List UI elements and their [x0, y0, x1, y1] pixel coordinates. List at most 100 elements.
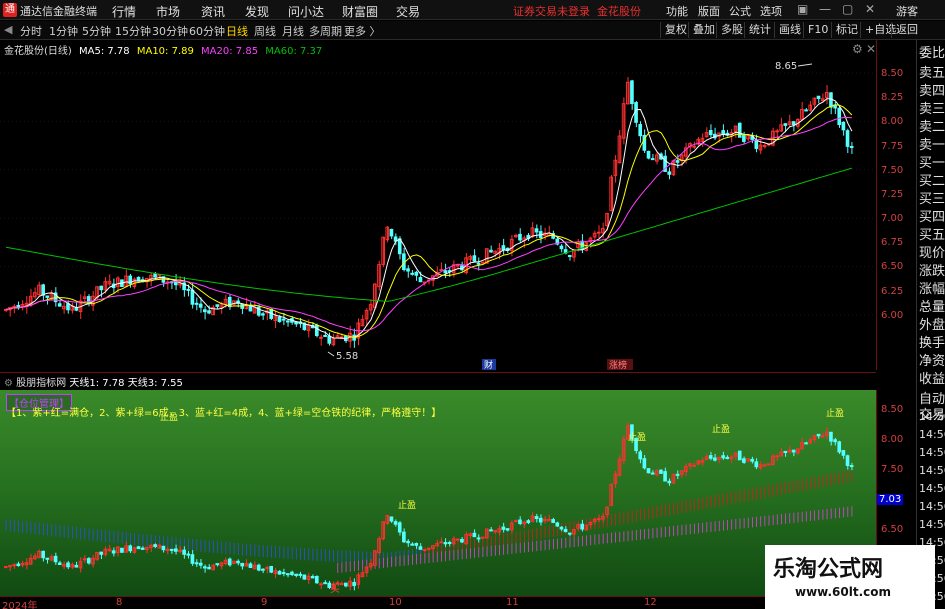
candle-body [804, 109, 808, 112]
period-multi[interactable]: 多周期 [309, 23, 342, 39]
indicator-candle-body [99, 551, 104, 555]
candle-body [489, 249, 493, 253]
period-60min[interactable]: 60分钟 [189, 23, 225, 39]
menu-gongshi[interactable]: 公式 [729, 3, 751, 19]
period-1min[interactable]: 1分钟 [49, 23, 78, 39]
close-icon[interactable]: ✕ [865, 2, 875, 16]
period-15min[interactable]: 15分钟 [115, 23, 151, 39]
kline-chart[interactable]: 8.65 5.58 财 涨榜 [0, 40, 876, 370]
indicator-chart[interactable]: 止盈止盈止盈止盈止盈买 [0, 390, 876, 596]
indicator-name[interactable]: 股朋指标网 [16, 378, 66, 389]
menu-banmian[interactable]: 版面 [698, 3, 720, 19]
date-tick: 12 [644, 597, 657, 608]
menu-xuanxiang[interactable]: 选项 [760, 3, 782, 19]
menu-caifuquan[interactable]: 财富圈 [342, 3, 378, 20]
price-tick: 7.75 [881, 141, 904, 152]
minimize-icon[interactable]: — [819, 2, 831, 16]
menu-hangqing[interactable]: 行情 [112, 3, 136, 20]
date-tick: 11 [506, 597, 519, 608]
tool-tongji[interactable]: 统计 [744, 22, 775, 38]
time-tick: 14:56 [919, 446, 945, 459]
candle-body [319, 336, 323, 339]
quote-outer: 外盘 [919, 318, 945, 333]
indicator-candle-body [659, 469, 663, 474]
tool-huaxian[interactable]: 画线 [774, 22, 805, 38]
indicator-candle-body [86, 558, 91, 564]
candle-body [443, 270, 448, 274]
indicator-candle-body [319, 583, 323, 586]
tool-back[interactable]: 返回 [891, 22, 922, 38]
candle-body [721, 130, 725, 135]
high-pointer [797, 63, 813, 67]
quote-turnover: 换手 [919, 336, 945, 351]
candle-body [518, 233, 522, 241]
maximize-icon[interactable]: ▢ [842, 2, 853, 16]
menu-zixun[interactable]: 资讯 [201, 3, 225, 20]
price-tick: 7.00 [881, 213, 904, 224]
indicator-candle-body [402, 531, 406, 543]
menu-gongneng[interactable]: 功能 [666, 3, 688, 19]
period-daily[interactable]: 日线 [226, 23, 248, 39]
indicator-candle-body [294, 573, 298, 577]
candle-body [153, 273, 157, 278]
indicator-tick: 8.00 [881, 434, 904, 445]
watermark-url: www.60lt.com [795, 585, 892, 599]
candle-body [198, 303, 203, 308]
menu-wenxiaoda[interactable]: 问小达 [288, 3, 324, 20]
indicator-candle-body [713, 457, 717, 461]
date-axis: 2024年 8 9 10 11 12 [0, 596, 876, 609]
indicator-candle-body [567, 532, 572, 535]
tool-diejia[interactable]: 叠加 [688, 22, 719, 38]
candle-body [476, 262, 481, 265]
quote-sell5: 卖五 [919, 66, 945, 81]
candle-body [203, 309, 207, 313]
indicator-candle-body [203, 566, 207, 569]
candle-body [57, 303, 62, 307]
period-30min[interactable]: 30分钟 [152, 23, 188, 39]
menu-jiaoyi[interactable]: 交易 [396, 3, 420, 20]
indicator-settings-icon[interactable]: ⚙ [4, 378, 13, 389]
menu-faxian[interactable]: 发现 [245, 3, 269, 20]
restore-icon[interactable]: ▣ [797, 2, 808, 16]
indicator-candle-body [501, 526, 506, 530]
candle-body [41, 284, 45, 296]
auto-trade-label[interactable]: 自动 [919, 392, 945, 407]
menu-shichang[interactable]: 市场 [156, 3, 180, 20]
period-more[interactable]: 更多 〉 [344, 23, 381, 39]
tool-fuquan[interactable]: 复权 [660, 22, 691, 38]
candle-body [667, 171, 672, 175]
indicator-candle-body [186, 553, 191, 556]
position-rule-text: 【1、紫+红=满仓，2、紫+绿=6成，3、蓝+红=4成，4、蓝+绿=空仓铁的纪律… [6, 408, 442, 419]
indicator-candle-body [410, 543, 414, 546]
time-tick: 14:56 [919, 464, 945, 477]
candle-body [207, 310, 211, 314]
quote-buy2: 买二 [919, 174, 945, 189]
indicator-candle-body [406, 540, 410, 544]
chart-settings-icon[interactable]: ⚙ [852, 42, 863, 56]
period-monthly[interactable]: 月线 [282, 23, 304, 39]
login-status[interactable]: 证券交易未登录 金花股份 [513, 3, 641, 19]
candle-body [596, 231, 601, 234]
period-weekly[interactable]: 周线 [254, 23, 276, 39]
indicator-candle-body [775, 455, 779, 458]
indicator-candle-body [737, 450, 742, 461]
period-left-arrow-icon[interactable]: ◀ [4, 23, 12, 36]
guest-label[interactable]: 游客 [896, 3, 918, 19]
indicator-candle-body [596, 518, 601, 521]
candle-body [418, 277, 423, 283]
chart-close-icon[interactable]: ✕ [866, 42, 876, 56]
candle-body [737, 122, 742, 138]
candle-body [261, 313, 265, 316]
candle-body [285, 320, 290, 323]
candle-body [12, 305, 16, 308]
period-5min[interactable]: 5分钟 [82, 23, 111, 39]
indicator-candle-body [190, 554, 195, 564]
tool-biaoji[interactable]: 标记 [831, 22, 862, 38]
candle-body [708, 129, 713, 136]
indicator-candle-body [472, 532, 477, 538]
candle-body [630, 80, 634, 105]
tool-duogu[interactable]: 多股 [716, 22, 747, 38]
tool-f10[interactable]: F10 [803, 22, 832, 38]
period-fenshi[interactable]: 分时 [20, 23, 42, 39]
indicator-candle-body [783, 450, 788, 453]
